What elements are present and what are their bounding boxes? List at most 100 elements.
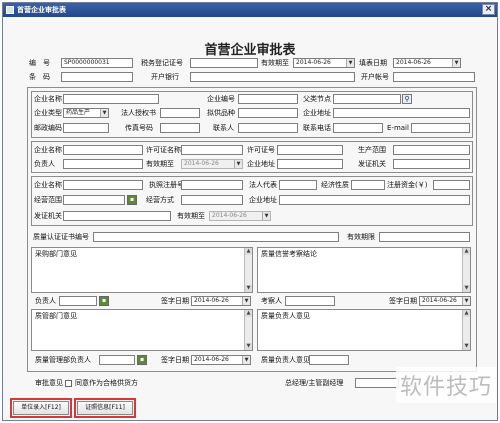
quality-valid-label: 有效期限 <box>347 233 375 241</box>
scrollbar[interactable]: ▲ ▼ <box>244 248 252 292</box>
agree-checkbox[interactable] <box>65 380 72 387</box>
biz-company-field[interactable] <box>63 180 143 190</box>
plan-variety-field[interactable] <box>238 108 298 118</box>
quality-valid-field[interactable] <box>379 232 470 242</box>
search-icon[interactable]: ⚲ <box>402 94 412 104</box>
qa-survey-textarea[interactable]: 质量信誉考察结论 ▲ ▼ <box>257 247 471 293</box>
scroll-up-icon[interactable]: ▲ <box>245 310 252 317</box>
company-name-label: 企业名称 <box>34 95 62 103</box>
production-scope-field[interactable] <box>393 145 470 155</box>
fill-date-picker[interactable]: 2014-06-26 ▼ <box>393 58 461 68</box>
qm-dept-sign-date[interactable]: 2014-06-26 ▼ <box>191 355 251 365</box>
biz-scope-field[interactable] <box>63 195 125 205</box>
scope-picker-icon[interactable]: ▪ <box>127 195 137 205</box>
dropdown-arrow-icon: ▼ <box>242 356 250 364</box>
tax-label: 税务登记证号 <box>141 59 183 67</box>
inspector-field[interactable] <box>285 296 335 306</box>
scroll-down-icon[interactable]: ▼ <box>463 285 470 292</box>
owner-picker-icon[interactable]: ▪ <box>99 296 109 306</box>
license-addr-label: 企业地址 <box>247 160 275 168</box>
legal-auth-field[interactable] <box>160 108 200 118</box>
zip-field[interactable] <box>63 123 109 133</box>
legal-rep-field[interactable] <box>279 180 317 190</box>
company-name-field[interactable] <box>63 94 159 104</box>
scroll-up-icon[interactable]: ▲ <box>463 248 470 255</box>
econ-nature-label: 经济性质 <box>321 181 349 189</box>
purchase-sign-label: 签字日期 <box>161 297 189 305</box>
company-addr-field[interactable] <box>333 108 470 118</box>
app-icon <box>6 6 14 14</box>
qm-dept-owner-field[interactable] <box>99 355 135 365</box>
inspector-label: 考察人 <box>261 297 282 305</box>
inspector-sign-date[interactable]: 2014-06-26 ▼ <box>419 296 471 306</box>
license-name-field[interactable] <box>181 145 243 155</box>
window-title: 首营企业审批表 <box>17 6 66 14</box>
biz-reg-field[interactable] <box>181 180 243 190</box>
parent-node-label: 父类节点 <box>303 95 331 103</box>
license-authority-field[interactable] <box>393 159 470 169</box>
license-addr-field[interactable] <box>277 159 343 169</box>
biz-company-label: 企业名称 <box>34 181 62 189</box>
barcode-field[interactable] <box>61 72 133 82</box>
scrollbar[interactable]: ▲ ▼ <box>244 310 252 350</box>
purchase-owner-field[interactable] <box>59 296 97 306</box>
valid-date-value: 2014-06-26 <box>296 59 331 66</box>
plan-variety-label: 拟供品种 <box>207 109 235 117</box>
scrollbar[interactable]: ▲ ▼ <box>462 310 470 350</box>
dropdown-arrow-icon: ▼ <box>100 109 108 117</box>
license-name-label: 许可证名称 <box>146 146 181 154</box>
account-field[interactable] <box>393 72 475 82</box>
scroll-up-icon[interactable]: ▲ <box>463 310 470 317</box>
reg-capital-field[interactable] <box>433 180 470 190</box>
license-company-field[interactable] <box>63 145 143 155</box>
biz-authority-field[interactable] <box>63 211 171 221</box>
scroll-down-icon[interactable]: ▼ <box>245 285 252 292</box>
no-label: 编 号 <box>29 59 50 67</box>
qm-manager-textarea[interactable]: 质量负责人意见 ▲ ▼ <box>257 309 471 351</box>
license-authority-label: 发证机关 <box>358 160 386 168</box>
gm-field[interactable] <box>355 378 399 388</box>
tax-field[interactable] <box>190 58 258 68</box>
bank-field[interactable] <box>190 72 355 82</box>
quality-cert-field[interactable] <box>93 232 339 242</box>
biz-addr-field[interactable] <box>279 195 470 205</box>
qm-dept-title: 质管部门意见 <box>35 312 77 320</box>
scroll-down-icon[interactable]: ▼ <box>463 343 470 350</box>
biz-valid-picker[interactable]: 2014-06-26 ▼ <box>209 211 271 221</box>
close-button[interactable]: × <box>482 4 495 15</box>
contact-field[interactable] <box>238 123 298 133</box>
purchase-opinion-textarea[interactable]: 采购部门意见 ▲ ▼ <box>31 247 253 293</box>
email-label: E-mail <box>387 124 409 132</box>
qm-dept-textarea[interactable]: 质管部门意见 ▲ ▼ <box>31 309 253 351</box>
valid-date-picker[interactable]: 2014-06-26 ▼ <box>293 58 355 68</box>
biz-authority-label: 发证机关 <box>34 212 62 220</box>
license-no-field[interactable] <box>277 145 343 155</box>
company-code-field[interactable] <box>238 94 298 104</box>
company-addr-label: 企业地址 <box>303 109 331 117</box>
purchase-sign-date[interactable]: 2014-06-26 ▼ <box>191 296 251 306</box>
biz-mode-field[interactable] <box>181 195 243 205</box>
license-no-label: 许可证号 <box>247 146 275 154</box>
scrollbar[interactable]: ▲ ▼ <box>462 248 470 292</box>
company-type-select[interactable]: 药品生产 ▼ <box>63 108 109 118</box>
scroll-up-icon[interactable]: ▲ <box>245 248 252 255</box>
fax-label: 传真号码 <box>125 124 153 132</box>
review-label: 审批意见 <box>35 379 63 387</box>
title-bar: 首营企业审批表 × <box>3 3 497 17</box>
fax-field[interactable] <box>160 123 200 133</box>
qm-owner-picker-icon[interactable]: ▪ <box>137 355 147 365</box>
econ-nature-field[interactable] <box>351 180 385 190</box>
license-person-field[interactable] <box>63 159 143 169</box>
dropdown-arrow-icon: ▼ <box>234 160 242 168</box>
scroll-down-icon[interactable]: ▼ <box>245 343 252 350</box>
license-valid-picker[interactable]: 2014-06-26 ▼ <box>181 159 243 169</box>
qm-owner-field[interactable] <box>309 355 349 365</box>
parent-node-field[interactable] <box>333 94 401 104</box>
email-field[interactable] <box>411 123 470 133</box>
highlight-box-cert-info <box>74 398 136 418</box>
no-field[interactable]: SP0000000031 <box>61 58 133 68</box>
biz-addr-label: 企业地址 <box>249 196 277 204</box>
biz-reg-label: 执照注册号 <box>149 181 184 189</box>
contact-label: 联系人 <box>213 124 234 132</box>
phone-field[interactable] <box>333 123 383 133</box>
